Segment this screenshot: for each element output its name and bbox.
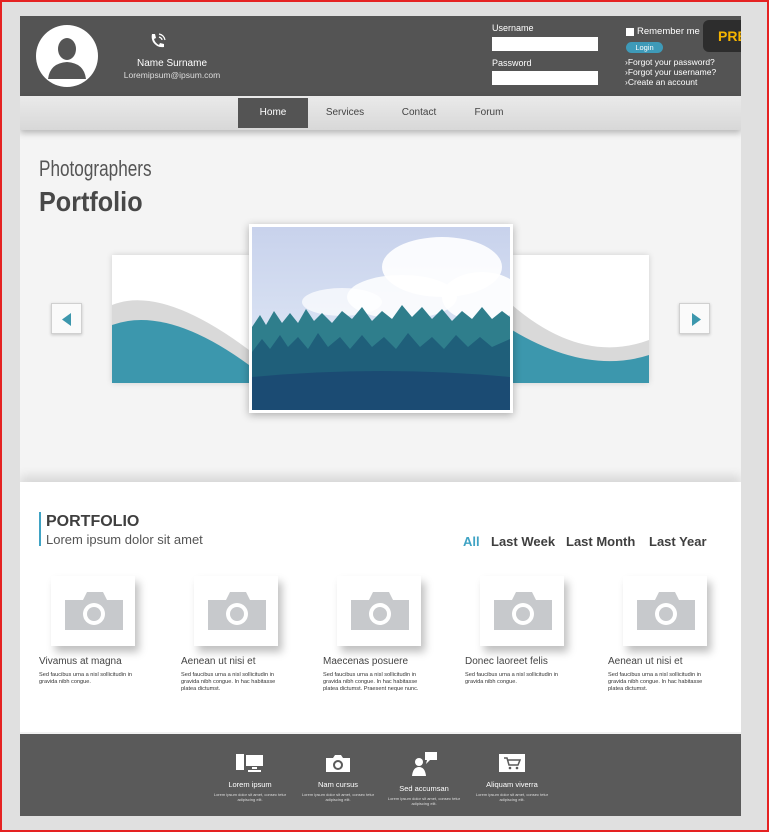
footer-item-label: Lorem ipsum — [228, 780, 272, 789]
camera-icon — [208, 592, 266, 630]
portfolio-item-text: Sed faucibus urna a nisl sollicitudin in… — [323, 672, 419, 692]
chat-person-icon — [412, 752, 437, 776]
phone-icon — [151, 33, 166, 48]
footer: Lorem ipsum Lorem ipsum dolor sit amet, … — [20, 734, 741, 816]
portfolio-item-title[interactable]: Vivamus at magna — [39, 656, 122, 667]
arrow-left-icon — [62, 313, 71, 326]
remember-me[interactable]: Remember me — [626, 26, 700, 37]
portfolio-item-text: Sed faucibus urna a nisl sollicitudin in… — [181, 672, 276, 692]
portfolio-item-text: Sed faucibus urna a nisl sollicitudin in… — [39, 672, 132, 685]
filter-last-year[interactable]: Last Year — [649, 534, 707, 549]
username-label: Username — [492, 23, 534, 33]
create-account-link[interactable]: Create an account — [625, 77, 716, 87]
filter-last-week[interactable]: Last Week — [491, 534, 555, 549]
footer-item[interactable]: Sed accumsan Lorem ipsum dolor sit amet,… — [384, 752, 464, 806]
username-input[interactable] — [492, 37, 598, 51]
website-template: Name Surname Loremipsum@ipsum.com Userna… — [20, 16, 741, 816]
devices-icon — [236, 754, 263, 772]
footer-item-label: Nam cursus — [317, 780, 358, 789]
portfolio-item-title[interactable]: Aenean ut nisi et — [181, 656, 256, 667]
nav-forum[interactable]: Forum — [454, 98, 524, 128]
hero-title-line2: Portfolio — [39, 186, 143, 217]
avatar — [36, 25, 98, 87]
slide-right[interactable] — [512, 255, 649, 383]
portfolio-item-title[interactable]: Aenean ut nisi et — [608, 656, 683, 667]
portfolio-heading: PORTFOLIO — [46, 513, 140, 530]
heading-accent-bar — [39, 512, 41, 546]
footer-item-label: Aliquam viverra — [486, 780, 538, 789]
landscape-image — [252, 227, 522, 410]
arrow-right-icon — [692, 313, 701, 326]
cart-icon — [499, 754, 525, 772]
footer-item[interactable]: Aliquam viverra Lorem ipsum dolor sit am… — [472, 752, 552, 802]
portfolio-item-text: Sed faucibus urna a nisl sollicitudin in… — [465, 672, 558, 685]
portfolio-subheading: Lorem ipsum dolor sit amet — [46, 532, 203, 547]
slide-left[interactable] — [112, 255, 249, 383]
header-bar: Name Surname Loremipsum@ipsum.com Userna… — [20, 16, 741, 96]
premium-badge[interactable]: PREMI — [703, 20, 741, 52]
footer-item-text: Lorem ipsum dolor sit amet, consec tetur… — [301, 792, 375, 802]
portfolio-thumb[interactable] — [194, 576, 278, 646]
camera-icon — [326, 755, 350, 772]
profile-name: Name Surname — [136, 58, 208, 69]
remember-checkbox[interactable] — [626, 27, 634, 36]
camera-icon — [494, 592, 552, 630]
account-links: Forgot your password? Forgot your userna… — [625, 57, 716, 87]
next-slide-button[interactable] — [679, 303, 710, 334]
portfolio-item-text: Sed faucibus urna a nisl sollicitudin in… — [608, 672, 703, 692]
footer-item-text: Lorem ipsum dolor sit amet, consec tetur… — [387, 796, 461, 806]
portfolio-thumb[interactable] — [51, 576, 135, 646]
camera-icon — [637, 592, 695, 630]
forgot-password-link[interactable]: Forgot your password? — [625, 57, 716, 67]
password-input[interactable] — [492, 71, 598, 85]
footer-item[interactable]: Nam cursus Lorem ipsum dolor sit amet, c… — [298, 752, 378, 802]
portfolio-thumb[interactable] — [337, 576, 421, 646]
slide-main[interactable] — [249, 224, 522, 413]
footer-item-label: Sed accumsan — [399, 784, 449, 793]
login-button[interactable]: Login — [626, 42, 663, 53]
filter-last-month[interactable]: Last Month — [566, 534, 635, 549]
main-nav: Home Services Contact Forum — [20, 96, 741, 130]
password-label: Password — [492, 58, 532, 68]
portfolio-thumb[interactable] — [480, 576, 564, 646]
forgot-username-link[interactable]: Forgot your username? — [625, 67, 716, 77]
footer-item-text: Lorem ipsum dolor sit amet, consec tetur… — [475, 792, 549, 802]
portfolio-item-title[interactable]: Donec laoreet felis — [465, 656, 548, 667]
footer-item[interactable]: Lorem ipsum Lorem ipsum dolor sit amet, … — [210, 752, 290, 802]
camera-icon — [351, 592, 409, 630]
hero-title-line1: Photographers — [39, 156, 152, 181]
nav-services[interactable]: Services — [310, 98, 380, 128]
footer-item-text: Lorem ipsum dolor sit amet, consec tetur… — [213, 792, 287, 802]
portfolio-thumb[interactable] — [623, 576, 707, 646]
camera-icon — [65, 592, 123, 630]
nav-contact[interactable]: Contact — [384, 98, 454, 128]
nav-home[interactable]: Home — [238, 98, 308, 128]
prev-slide-button[interactable] — [51, 303, 82, 334]
remember-label: Remember me — [637, 26, 700, 37]
filter-all[interactable]: All — [463, 534, 480, 549]
portfolio-item-title[interactable]: Maecenas posuere — [323, 656, 408, 667]
profile-email: Loremipsum@ipsum.com — [123, 70, 221, 80]
